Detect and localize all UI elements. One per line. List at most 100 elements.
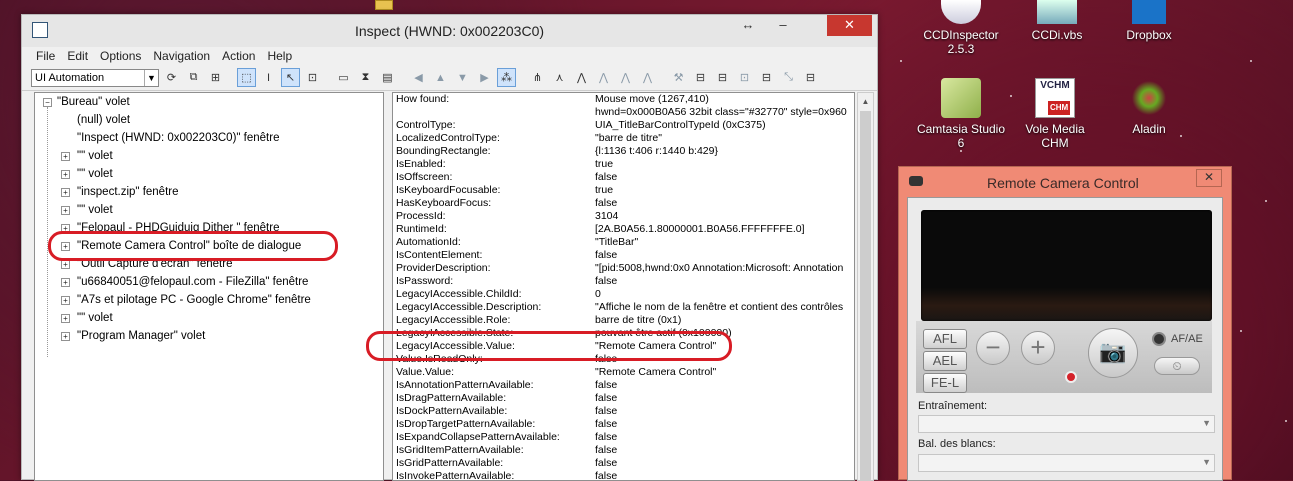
entrainement-select[interactable]: ▼ — [918, 415, 1215, 433]
property-row[interactable]: IsGridItemPatternAvailable: false — [393, 444, 854, 457]
watch-focus-icon[interactable]: ⬚ — [237, 68, 256, 87]
action-icon[interactable]: ⚒ — [669, 68, 688, 87]
tooltip-icon[interactable]: ⊡ — [303, 68, 322, 87]
tree-view-icon[interactable]: ⁂ — [497, 68, 516, 87]
nav-left-icon[interactable]: ◀ — [409, 68, 428, 87]
afae-toggle[interactable] — [1152, 332, 1166, 346]
property-row[interactable]: IsPassword: false — [393, 275, 854, 288]
expand-icon[interactable]: + — [61, 296, 70, 305]
expand-icon[interactable]: + — [61, 260, 70, 269]
action-4-icon[interactable]: ⊡ — [735, 68, 754, 87]
show-info-icon[interactable]: ▤ — [378, 68, 397, 87]
property-row[interactable]: AutomationId: "TitleBar" — [393, 236, 854, 249]
desktop-icon-dropbox[interactable]: Dropbox — [1104, 0, 1194, 42]
shutter-button[interactable]: 📷 — [1088, 328, 1138, 378]
property-row[interactable]: ProcessId: 3104 — [393, 210, 854, 223]
property-row[interactable]: IsInvokePatternAvailable: false — [393, 470, 854, 480]
copy-icon[interactable]: ⧉ — [184, 68, 203, 87]
scroll-up-icon[interactable]: ▲ — [858, 93, 873, 110]
refresh-icon[interactable]: ⟳ — [162, 68, 181, 87]
desktop-icon-ccdi-vbs[interactable]: CCDi.vbs — [1012, 0, 1102, 42]
scrollbar-thumb[interactable] — [860, 111, 871, 481]
properties-scrollbar[interactable]: ▲ — [857, 92, 874, 481]
property-row[interactable]: IsDockPatternAvailable: false — [393, 405, 854, 418]
ael-button[interactable]: AEL — [923, 351, 967, 371]
property-row[interactable]: ControlType: UIA_TitleBarControlTypeId (0… — [393, 119, 854, 132]
remote-titlebar[interactable]: Remote Camera Control ✕ — [899, 167, 1231, 197]
property-row[interactable]: IsKeyboardFocusable: true — [393, 184, 854, 197]
tree-node[interactable]: + "" volet — [35, 147, 383, 165]
menu-help[interactable]: Help — [267, 49, 292, 63]
resize-icon[interactable]: ↔ — [734, 15, 762, 36]
desktop-icon-vole-chm[interactable]: VCHM CHM Vole Media CHM — [1010, 78, 1100, 150]
property-row[interactable]: LocalizedControlType: "barre de titre" — [393, 132, 854, 145]
property-row[interactable]: LegacyIAccessible.ChildId: 0 — [393, 288, 854, 301]
property-row[interactable]: LegacyIAccessible.Description: "Affiche l… — [393, 301, 854, 314]
parent-icon[interactable]: ⋔ — [528, 68, 547, 87]
tree-node[interactable]: + "" volet — [35, 165, 383, 183]
remote-close-button[interactable]: ✕ — [1196, 169, 1222, 187]
property-row[interactable]: RuntimeId: [2A.B0A56.1.80000001.B0A56.FFF… — [393, 223, 854, 236]
action-6-icon[interactable]: ⤡ — [779, 68, 798, 87]
action-3-icon[interactable]: ⊟ — [713, 68, 732, 87]
menu-file[interactable]: File — [36, 49, 55, 63]
properties-pane[interactable]: How found: Mouse move (1267,410) hwnd=0x00… — [392, 92, 855, 481]
tree-node[interactable]: + "Program Manager" volet — [35, 327, 383, 345]
prev-sibling-icon[interactable]: ⋀ — [594, 68, 613, 87]
action-7-icon[interactable]: ⊟ — [801, 68, 820, 87]
tree-node[interactable]: + "" volet — [35, 201, 383, 219]
menu-options[interactable]: Options — [100, 49, 141, 63]
last-child-icon[interactable]: ⋀ — [616, 68, 635, 87]
property-row[interactable]: IsOffscreen: false — [393, 171, 854, 184]
action-5-icon[interactable]: ⊟ — [757, 68, 776, 87]
close-button[interactable]: ✕ — [827, 15, 872, 36]
caret-icon[interactable]: I — [259, 68, 278, 87]
tree-node[interactable]: + "A7s et pilotage PC - Google Chrome" fe… — [35, 291, 383, 309]
menu-navigation[interactable]: Navigation — [153, 49, 210, 63]
ancestor-icon[interactable]: ⋀ — [638, 68, 657, 87]
property-row[interactable]: BoundingRectangle: {l:1136 t:406 r:1440 b… — [393, 145, 854, 158]
mode-combo[interactable]: UI Automation ▼ — [31, 68, 159, 87]
minimize-button[interactable]: – — [769, 15, 797, 36]
balance-select[interactable]: ▼ — [918, 454, 1215, 472]
tree-node[interactable]: + "inspect.zip" fenêtre — [35, 183, 383, 201]
desktop-icon-camtasia[interactable]: Camtasia Studio 6 — [916, 78, 1006, 150]
tree-node[interactable]: − "Bureau" volet — [35, 93, 383, 111]
expand-icon[interactable]: + — [61, 206, 70, 215]
property-row[interactable]: IsEnabled: true — [393, 158, 854, 171]
expand-icon[interactable]: + — [61, 332, 70, 341]
tree-options-icon[interactable]: ⊞ — [206, 68, 225, 87]
desktop-icon-aladin[interactable]: Aladin — [1104, 78, 1194, 136]
inspect-titlebar[interactable]: Inspect (HWND: 0x002203C0) ↔ – ✕ — [22, 15, 877, 47]
tree-node[interactable]: (null) volet — [35, 111, 383, 129]
property-row[interactable]: IsExpandCollapsePatternAvailable: false — [393, 431, 854, 444]
property-row[interactable]: LegacyIAccessible.Role: barre de titre (0… — [393, 314, 854, 327]
nav-right-icon[interactable]: ▶ — [475, 68, 494, 87]
hourglass-icon[interactable]: ⧗ — [356, 68, 375, 87]
property-row[interactable]: IsDropTargetPatternAvailable: false — [393, 418, 854, 431]
afl-button[interactable]: AFL — [923, 329, 967, 349]
tree-node[interactable]: + "u66840051@felopaul.com - FileZilla" fe… — [35, 273, 383, 291]
collapse-icon[interactable]: − — [43, 98, 52, 107]
timer-button[interactable]: ⏲ — [1154, 357, 1200, 375]
property-row[interactable]: How found: Mouse move (1267,410) — [393, 93, 854, 106]
zoom-out-button[interactable]: − — [976, 331, 1010, 365]
menu-edit[interactable]: Edit — [67, 49, 88, 63]
property-row[interactable]: Value.Value: "Remote Camera Control" — [393, 366, 854, 379]
tree-node[interactable]: "Inspect (HWND: 0x002203C0)" fenêtre — [35, 129, 383, 147]
expand-icon[interactable]: + — [61, 152, 70, 161]
zoom-in-button[interactable]: + — [1021, 331, 1055, 365]
expand-icon[interactable]: + — [61, 188, 70, 197]
expand-icon[interactable]: + — [61, 314, 70, 323]
property-row[interactable]: IsDragPatternAvailable: false — [393, 392, 854, 405]
nav-down-icon[interactable]: ▼ — [453, 68, 472, 87]
fel-button[interactable]: FE-L — [923, 373, 967, 393]
tree-node[interactable]: + "" volet — [35, 309, 383, 327]
property-row[interactable]: ProviderDescription: "[pid:5008,hwnd:0x0 … — [393, 262, 854, 275]
property-row[interactable]: IsGridPatternAvailable: false — [393, 457, 854, 470]
element-tree[interactable]: − "Bureau" volet (null) volet "Inspect (HWN… — [34, 92, 384, 481]
property-row[interactable]: HasKeyboardFocus: false — [393, 197, 854, 210]
action-2-icon[interactable]: ⊟ — [691, 68, 710, 87]
highlight-icon[interactable]: ▭ — [334, 68, 353, 87]
pointer-icon[interactable]: ↖ — [281, 68, 300, 87]
